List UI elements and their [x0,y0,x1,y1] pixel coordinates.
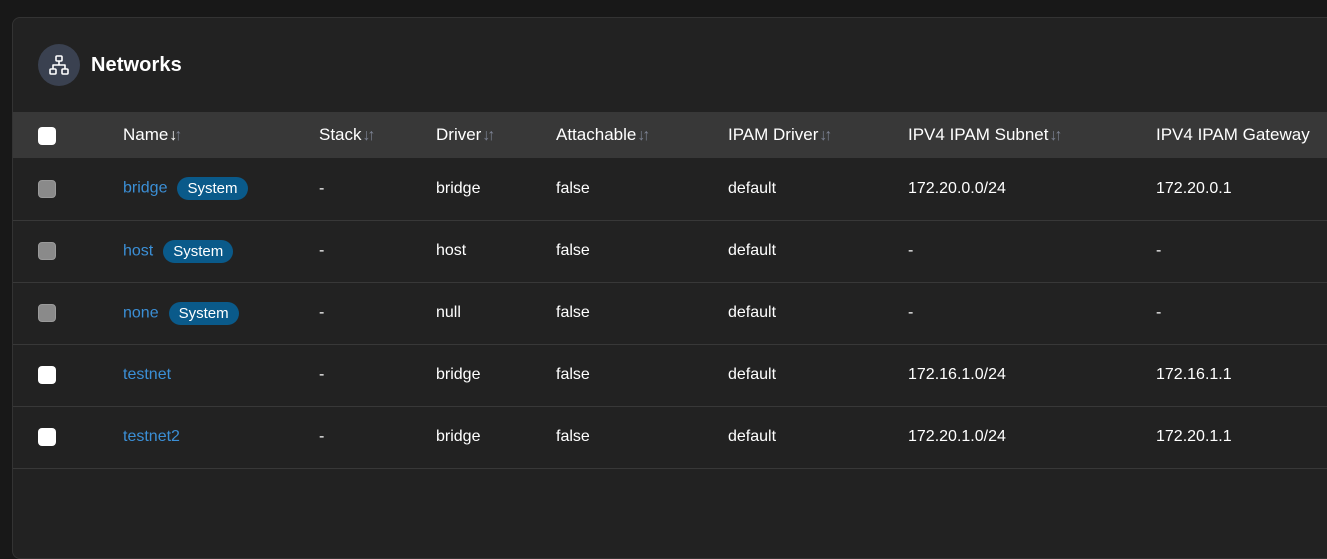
networks-table: Name↓↑ Stack↓↑ Driver↓↑ Attachable↓↑ IPA… [13,112,1327,469]
network-name-link[interactable]: bridge [123,180,167,197]
driver-cell: bridge [436,179,481,197]
stack-cell: - [319,242,325,259]
table-row: none System - null false default - - [13,282,1327,344]
network-icon [38,44,80,86]
sort-icon[interactable]: ↓↑ [363,127,376,144]
sort-icon[interactable]: ↓↑ [637,127,650,144]
ipam-driver-cell: default [728,242,777,259]
attachable-cell: false [556,179,590,197]
networks-panel: Networks Name↓↑ Stack↓↑ Driver↓↑ Attacha… [12,17,1327,559]
table-row: testnet2 - bridge false default 172.20.1… [13,406,1327,468]
column-header-label: IPAM Driver [728,125,819,144]
column-header-label: Attachable [556,125,637,144]
panel-header: Networks [13,18,1327,112]
network-name-link[interactable]: host [123,242,153,259]
system-badge: System [177,177,248,201]
select-all-cell [13,112,123,158]
row-checkbox [38,241,56,260]
driver-cell: bridge [436,428,481,445]
network-name-link[interactable]: testnet [123,366,171,383]
column-header-ipv4-gateway[interactable]: IPV4 IPAM Gateway [1156,112,1327,158]
ipam-driver-cell: default [728,179,777,197]
ipam-driver-cell: default [728,304,777,321]
driver-cell: bridge [436,366,481,383]
table-row: host System - host false default - - [13,220,1327,282]
column-header-label: Name [123,125,169,144]
ipam-driver-cell: default [728,366,777,383]
ipv4-gateway-cell: - [1156,242,1162,259]
ipv4-subnet-cell: 172.16.1.0/24 [908,366,1006,383]
row-checkbox [38,179,56,198]
select-all-checkbox[interactable] [38,126,56,145]
sort-icon[interactable]: ↓↑ [169,127,182,144]
attachable-cell: false [556,304,590,321]
network-name-link[interactable]: none [123,304,159,321]
table-row: bridge System - bridge false default 172.… [13,158,1327,220]
ipam-driver-cell: default [728,428,777,445]
driver-cell: null [436,304,461,321]
column-header-driver[interactable]: Driver↓↑ [436,112,556,158]
table-row: testnet - bridge false default 172.16.1.… [13,344,1327,406]
ipv4-gateway-cell: 172.20.1.1 [1156,428,1232,445]
ipv4-subnet-cell: 172.20.1.0/24 [908,428,1006,445]
sort-icon[interactable]: ↓↑ [819,127,832,144]
column-header-name[interactable]: Name↓↑ [123,112,319,158]
column-header-ipam-driver[interactable]: IPAM Driver↓↑ [728,112,908,158]
stack-cell: - [319,428,325,445]
column-header-label: Stack [319,125,362,144]
column-header-label: IPV4 IPAM Subnet [908,125,1049,144]
row-checkbox[interactable] [38,427,56,446]
driver-cell: host [436,242,467,259]
system-badge: System [168,301,239,325]
sort-icon[interactable]: ↓↑ [1049,127,1062,144]
attachable-cell: false [556,366,590,383]
row-checkbox [38,303,56,322]
table-header-row: Name↓↑ Stack↓↑ Driver↓↑ Attachable↓↑ IPA… [13,112,1327,158]
ipv4-gateway-cell: - [1156,304,1162,321]
ipv4-subnet-cell: - [908,304,914,321]
row-checkbox[interactable] [38,365,56,384]
system-badge: System [163,239,234,263]
ipv4-gateway-cell: 172.16.1.1 [1156,366,1232,383]
column-header-label: IPV4 IPAM Gateway [1156,125,1310,144]
stack-cell: - [319,304,325,321]
column-header-ipv4-subnet[interactable]: IPV4 IPAM Subnet↓↑ [908,112,1156,158]
ipv4-subnet-cell: 172.20.0.0/24 [908,179,1006,197]
stack-cell: - [319,179,325,197]
stack-cell: - [319,366,325,383]
attachable-cell: false [556,428,590,445]
column-header-stack[interactable]: Stack↓↑ [319,112,436,158]
page-title: Networks [91,53,182,76]
column-header-attachable[interactable]: Attachable↓↑ [556,112,728,158]
network-name-link[interactable]: testnet2 [123,428,180,445]
sort-icon[interactable]: ↓↑ [482,127,495,144]
ipv4-subnet-cell: - [908,242,914,259]
attachable-cell: false [556,242,590,259]
column-header-label: Driver [436,125,482,144]
ipv4-gateway-cell: 172.20.0.1 [1156,179,1232,197]
